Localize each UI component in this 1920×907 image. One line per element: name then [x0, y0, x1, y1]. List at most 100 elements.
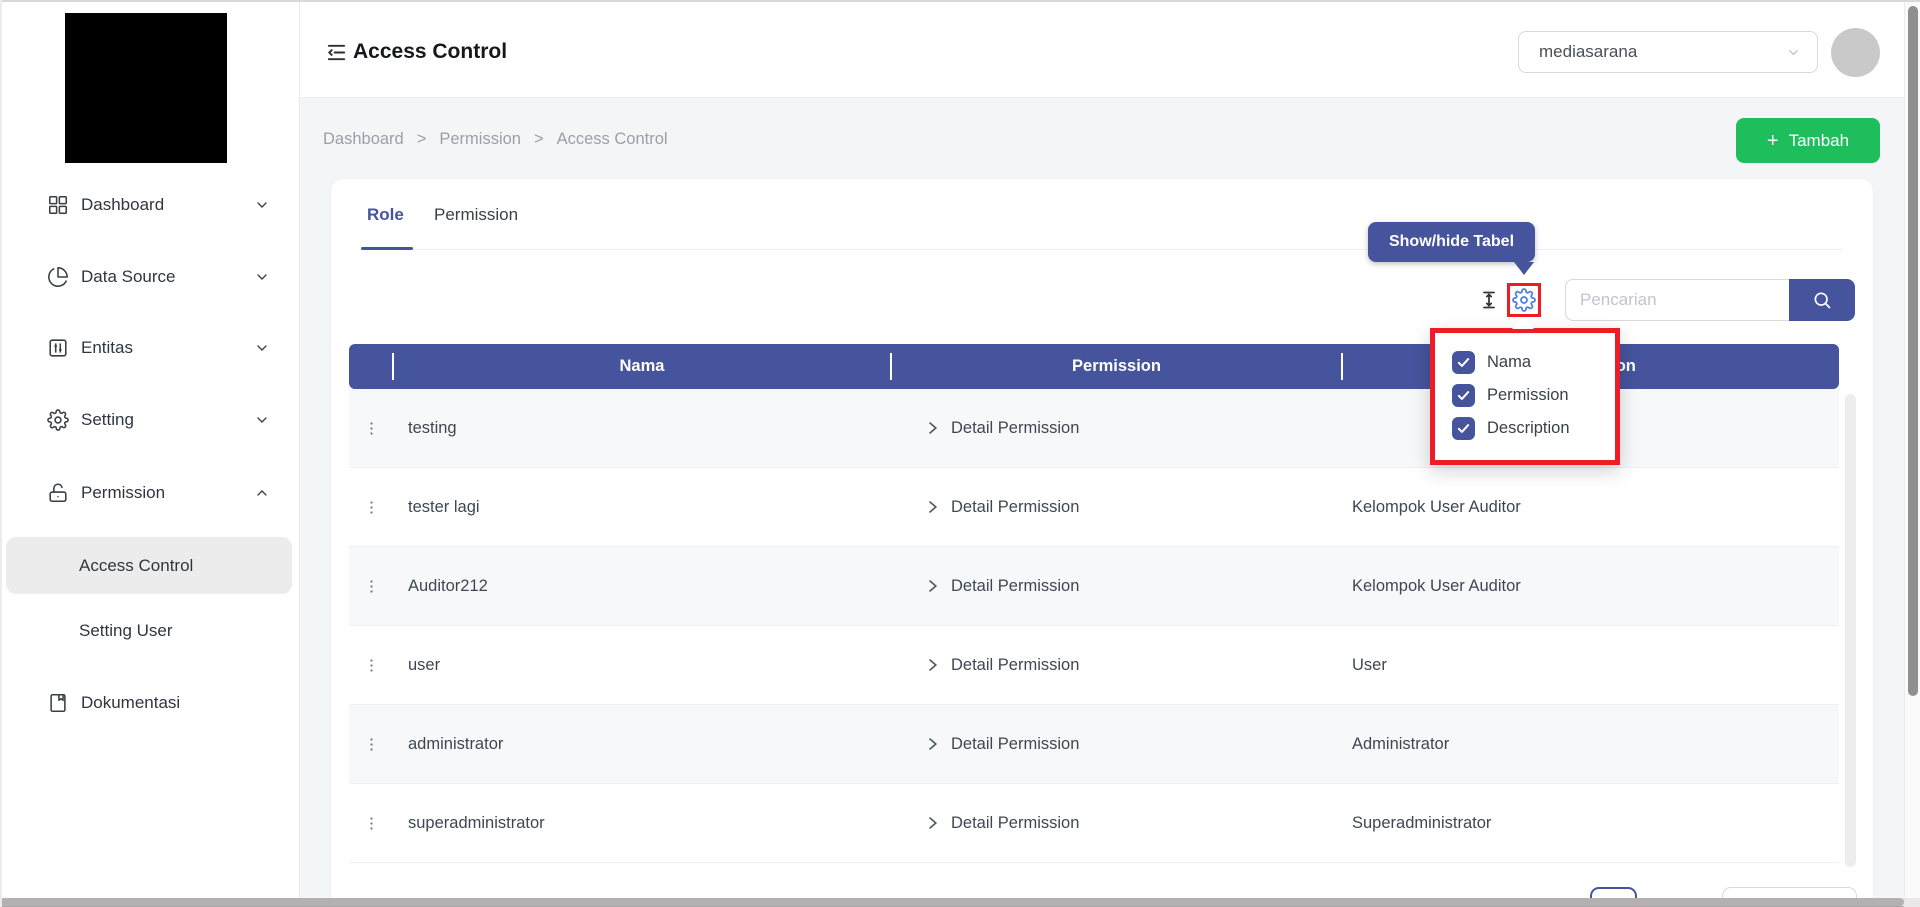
- tab-role[interactable]: Role: [367, 205, 404, 225]
- sidebar-item-setting[interactable]: Setting: [0, 397, 300, 443]
- detail-permission-label: Detail Permission: [951, 656, 1079, 675]
- chevron-right-icon: [925, 499, 940, 515]
- page-title: Access Control: [353, 40, 507, 64]
- checkbox-checked[interactable]: [1452, 384, 1475, 407]
- avatar[interactable]: [1831, 28, 1880, 77]
- workspace-select[interactable]: mediasarana: [1518, 31, 1818, 73]
- pie-chart-icon: [47, 266, 69, 288]
- detail-permission-toggle[interactable]: Detail Permission: [891, 656, 1342, 675]
- detail-permission-label: Detail Permission: [951, 735, 1079, 754]
- detail-permission-toggle[interactable]: Detail Permission: [891, 814, 1342, 833]
- table-header-permission: Permission: [891, 344, 1342, 389]
- check-icon: [1456, 355, 1471, 370]
- detail-permission-toggle[interactable]: Detail Permission: [891, 498, 1342, 517]
- row-kebab-menu-icon[interactable]: [363, 656, 380, 675]
- checkbox-checked[interactable]: [1452, 417, 1475, 440]
- sidebar: Dashboard Data Source Entitas: [0, 0, 300, 907]
- chevron-up-icon: [254, 485, 270, 501]
- add-button[interactable]: + Tambah: [1736, 118, 1880, 163]
- chevron-down-icon: [1786, 45, 1801, 60]
- topbar: Access Control mediasarana: [300, 0, 1920, 98]
- sidebar-item-dashboard[interactable]: Dashboard: [0, 182, 300, 228]
- content-card: Role Permission Nama Pe: [331, 179, 1873, 907]
- tab-permission[interactable]: Permission: [434, 205, 518, 225]
- cell-name: Auditor212: [393, 577, 891, 596]
- check-icon: [1456, 421, 1471, 436]
- sliders-icon: [47, 337, 69, 359]
- cell-name: tester lagi: [393, 498, 891, 517]
- table-row: administrator Detail Permission Administ…: [349, 705, 1839, 784]
- window-frame-left: [0, 0, 2, 907]
- column-option-label: Description: [1487, 419, 1570, 438]
- tab-divider: [361, 249, 1843, 250]
- sidebar-item-data-source[interactable]: Data Source: [0, 254, 300, 300]
- checkbox-checked[interactable]: [1452, 351, 1475, 374]
- tooltip-text: Show/hide Tabel: [1389, 233, 1514, 251]
- sidebar-item-permission[interactable]: Permission: [0, 470, 300, 516]
- cell-name: administrator: [393, 735, 891, 754]
- column-title: Permission: [1072, 357, 1161, 376]
- table-row: superadministrator Detail Permission Sup…: [349, 784, 1839, 863]
- chevron-right-icon: [925, 578, 940, 594]
- column-title: Nama: [620, 357, 665, 376]
- detail-permission-toggle[interactable]: Detail Permission: [891, 577, 1342, 596]
- table-scrollbar-track[interactable]: [1845, 394, 1856, 867]
- search-input[interactable]: [1565, 279, 1789, 321]
- row-kebab-menu-icon[interactable]: [363, 735, 380, 754]
- search-button[interactable]: [1789, 279, 1855, 321]
- sidebar-collapse-icon[interactable]: [325, 41, 348, 64]
- detail-permission-toggle[interactable]: Detail Permission: [891, 419, 1342, 438]
- table-header-nama: Nama: [393, 344, 891, 389]
- gear-icon: [47, 409, 69, 431]
- row-kebab-menu-icon[interactable]: [363, 577, 380, 596]
- grid-icon: [47, 194, 69, 216]
- sidebar-item-label: Entitas: [81, 338, 133, 358]
- sidebar-item-label: Dokumentasi: [81, 693, 180, 713]
- detail-permission-label: Detail Permission: [951, 814, 1079, 833]
- column-toggle-popup: Nama Permission Description: [1430, 328, 1620, 465]
- chevron-right-icon: [925, 815, 940, 831]
- app-window: Dashboard Data Source Entitas: [0, 0, 1920, 907]
- logo: [65, 13, 227, 163]
- bookmark-icon: [47, 692, 69, 714]
- main-content: Access Control mediasarana Dashboard > P…: [300, 0, 1920, 907]
- search-group: [1565, 279, 1855, 321]
- detail-permission-label: Detail Permission: [951, 577, 1079, 596]
- show-hide-table-tooltip: Show/hide Tabel: [1368, 222, 1535, 262]
- check-icon: [1456, 388, 1471, 403]
- column-option-label: Nama: [1487, 353, 1531, 372]
- table-row: user Detail Permission User: [349, 626, 1839, 705]
- horizontal-scrollbar-thumb[interactable]: [0, 898, 1904, 906]
- horizontal-scrollbar-track: [0, 898, 1904, 907]
- chevron-right-icon: [925, 736, 940, 752]
- vertical-scrollbar-thumb[interactable]: [1908, 6, 1918, 696]
- row-kebab-menu-icon[interactable]: [363, 814, 380, 833]
- sidebar-item-setting-user[interactable]: Setting User: [6, 608, 292, 654]
- sidebar-subitem-label: Setting User: [79, 621, 173, 641]
- cell-description: Kelompok User Auditor: [1342, 577, 1839, 596]
- sidebar-item-dokumentasi[interactable]: Dokumentasi: [0, 680, 300, 726]
- text-height-icon[interactable]: [1477, 288, 1501, 312]
- column-option: Description: [1452, 417, 1615, 440]
- breadcrumb-permission[interactable]: Permission: [439, 130, 521, 149]
- sidebar-item-entitas[interactable]: Entitas: [0, 325, 300, 371]
- detail-permission-label: Detail Permission: [951, 498, 1079, 517]
- column-options: Nama Permission Description: [1435, 333, 1615, 440]
- detail-permission-toggle[interactable]: Detail Permission: [891, 735, 1342, 754]
- cell-description: Kelompok User Auditor: [1342, 498, 1839, 517]
- row-kebab-menu-icon[interactable]: [363, 419, 380, 438]
- workspace-select-value: mediasarana: [1539, 42, 1637, 62]
- row-kebab-menu-icon[interactable]: [363, 498, 380, 517]
- annotation-box-gear: [1507, 283, 1541, 317]
- add-button-label: Tambah: [1789, 131, 1849, 151]
- plus-icon: +: [1767, 131, 1779, 151]
- chevron-down-icon: [254, 269, 270, 285]
- breadcrumb-dashboard[interactable]: Dashboard: [323, 130, 404, 149]
- cell-description: Superadministrator: [1342, 814, 1839, 833]
- popup-arrow: [1512, 317, 1534, 329]
- sidebar-item-access-control[interactable]: Access Control: [6, 537, 292, 594]
- breadcrumb-access-control[interactable]: Access Control: [557, 130, 668, 149]
- sidebar-item-label: Permission: [81, 483, 165, 503]
- column-option: Nama: [1452, 351, 1615, 374]
- sidebar-subitem-label: Access Control: [79, 556, 193, 576]
